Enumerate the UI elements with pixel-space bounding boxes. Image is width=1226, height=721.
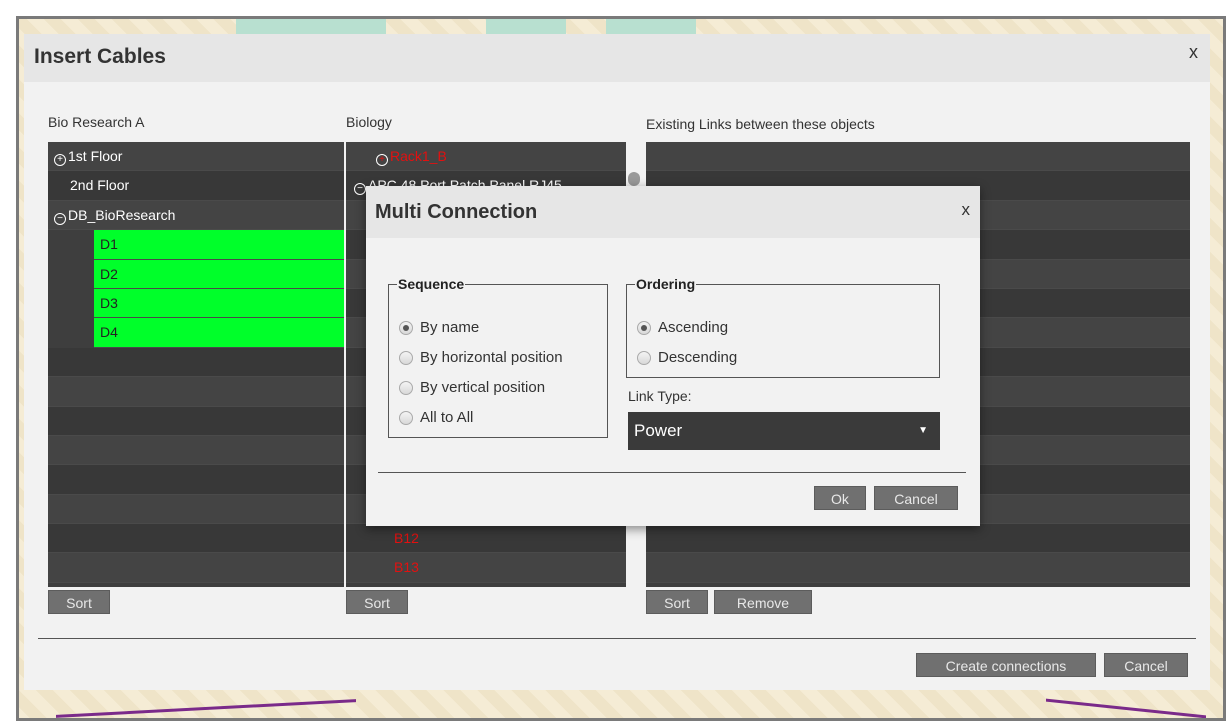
tree-row[interactable] — [48, 406, 344, 436]
tree-node-text: B13 — [394, 559, 419, 576]
tree-row-label: + Rack1_B — [376, 142, 447, 171]
tree-row-label: D3 — [100, 289, 118, 318]
tree-row[interactable]: B12 — [346, 524, 626, 554]
radio-label: By vertical position — [420, 379, 546, 396]
modal-cancel-button[interactable]: Cancel — [874, 486, 958, 510]
tree-row-label: B12 — [394, 524, 419, 553]
tree-node-text: D3 — [100, 294, 118, 311]
tree-row[interactable]: +1st Floor — [48, 142, 344, 172]
tree-node-text: D2 — [100, 265, 118, 282]
tree-row-label: − DB_BioResearch — [54, 201, 175, 230]
modal-close-icon[interactable]: x — [962, 200, 971, 220]
radio-option[interactable]: Ascending — [637, 319, 728, 336]
tree-node-text: 1st Floor — [68, 148, 123, 164]
multi-connection-modal: Multi Connection x Sequence By name By ho… — [366, 186, 980, 526]
radio-button[interactable] — [399, 410, 413, 425]
right-sort-button[interactable]: Sort — [646, 590, 708, 614]
collapse-icon[interactable]: − — [354, 183, 366, 196]
dialog-title: Insert Cables — [34, 45, 166, 68]
tree-row-label: B13 — [394, 553, 419, 582]
tree-row[interactable] — [48, 377, 344, 407]
tree-row-label: 2nd Floor — [70, 171, 129, 200]
middle-panel-label: Biology — [346, 114, 392, 130]
left-sort-button[interactable]: Sort — [48, 590, 110, 614]
tree-node-text: 2nd Floor — [70, 177, 130, 194]
radio-label: All to All — [420, 409, 474, 426]
left-tree-panel[interactable]: +1st Floor 2nd Floor − DB_BioResearch D1 D2 D3… — [48, 142, 344, 587]
tree-row[interactable] — [48, 553, 344, 583]
radio-label: Ascending — [658, 319, 729, 336]
ok-button[interactable]: Ok — [814, 486, 866, 510]
tree-node-text: D4 — [100, 324, 118, 341]
radio-label: By horizontal position — [420, 349, 563, 366]
expand-icon[interactable]: + — [54, 154, 66, 166]
link-type-value: Power — [634, 421, 683, 440]
tree-node-text: Rack1_B — [390, 148, 447, 164]
link-row[interactable] — [646, 553, 1190, 583]
radio-button[interactable] — [399, 380, 413, 395]
dialog-cancel-button[interactable]: Cancel — [1104, 653, 1188, 677]
chevron-down-icon: ▼ — [918, 425, 928, 436]
create-connections-button[interactable]: Create connections — [916, 653, 1096, 677]
tree-row[interactable]: B13 — [346, 553, 626, 583]
tree-row[interactable] — [48, 347, 344, 378]
radio-option[interactable]: All to All — [399, 409, 473, 426]
radio-button[interactable] — [637, 350, 651, 365]
tree-row[interactable] — [48, 435, 344, 466]
sequence-group: Sequence By name By horizontal position By… — [388, 276, 608, 438]
dialog-header: Insert Cables x — [24, 34, 1210, 82]
radio-option[interactable]: Descending — [637, 349, 737, 366]
sequence-legend: Sequence — [398, 276, 465, 292]
link-row[interactable] — [646, 142, 1190, 172]
dialog-divider — [38, 638, 1196, 639]
tree-row[interactable]: D1 — [94, 230, 344, 260]
tree-row-label: +1st Floor — [54, 142, 122, 171]
link-row[interactable] — [646, 524, 1190, 554]
radio-label: By name — [420, 319, 480, 336]
modal-divider — [378, 472, 966, 473]
radio-option[interactable]: By vertical position — [399, 379, 545, 396]
radio-label: Descending — [658, 349, 738, 366]
tree-node-text: B12 — [394, 530, 419, 547]
tree-row-label: D4 — [100, 318, 118, 347]
scrollbar-thumb[interactable] — [628, 172, 640, 186]
modal-header: Multi Connection x — [366, 186, 980, 238]
close-icon[interactable]: x — [1189, 42, 1198, 63]
tree-row-label: D2 — [100, 260, 118, 289]
ordering-group: Ordering Ascending Descending — [626, 276, 940, 378]
radio-button[interactable] — [399, 320, 413, 335]
ordering-legend: Ordering — [636, 276, 696, 292]
expand-icon[interactable]: + — [376, 154, 388, 166]
collapse-icon[interactable]: − — [54, 212, 66, 225]
modal-title: Multi Connection — [375, 201, 538, 223]
tree-row[interactable] — [48, 494, 344, 525]
tree-row[interactable] — [48, 465, 344, 495]
tree-row[interactable]: − DB_BioResearch — [48, 200, 344, 231]
link-type-select[interactable]: Power ▼ — [628, 412, 940, 450]
left-panel-label: Bio Research A — [48, 114, 145, 130]
radio-option[interactable]: By horizontal position — [399, 349, 563, 366]
tree-row[interactable] — [48, 524, 344, 554]
radio-button[interactable] — [637, 320, 651, 335]
middle-sort-button[interactable]: Sort — [346, 590, 408, 614]
tree-row[interactable]: + Rack1_B — [346, 142, 626, 172]
tree-node-text: DB_BioResearch — [68, 206, 176, 223]
tree-row[interactable]: D4 — [94, 318, 344, 348]
tree-row[interactable]: 2nd Floor — [48, 171, 344, 201]
tree-row[interactable]: D2 — [94, 259, 344, 289]
tree-node-text: D1 — [100, 236, 118, 253]
tree-row-label: D1 — [100, 230, 118, 259]
link-type-label: Link Type: — [628, 388, 692, 404]
tree-row[interactable]: D3 — [94, 288, 344, 319]
right-panel-label: Existing Links between these objects — [646, 116, 875, 132]
radio-button[interactable] — [399, 350, 413, 365]
radio-option[interactable]: By name — [399, 319, 479, 336]
remove-button[interactable]: Remove — [714, 590, 812, 614]
